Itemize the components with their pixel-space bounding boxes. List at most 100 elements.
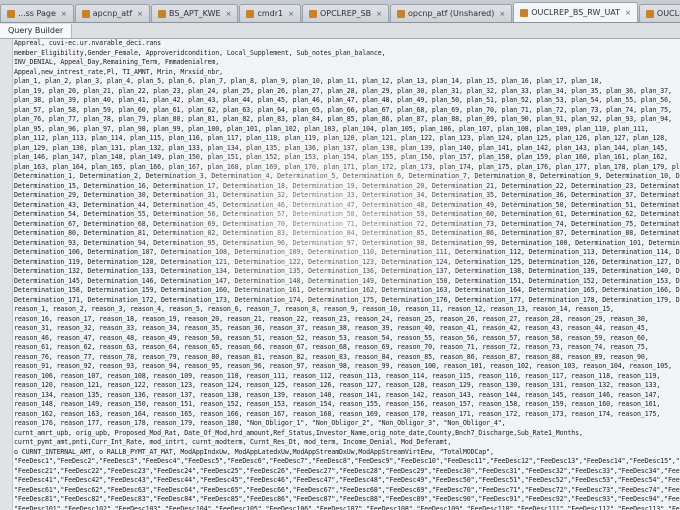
code-line: reason_16, reason_17, reason_18, reason_… <box>14 314 649 323</box>
code-line: reason_162, reason_163, reason_164, reas… <box>14 409 661 418</box>
document-tab[interactable]: BS_APT_KWE × <box>151 4 239 22</box>
code-line: Determination_67, Determination_68, Dete… <box>14 219 680 228</box>
document-tab[interactable]: ...ss Page × <box>0 4 74 22</box>
code-line: plan_38, plan_39, plan_40, plan_41, plan… <box>14 96 672 104</box>
database-connection-icon <box>645 9 654 18</box>
line-number <box>0 410 12 420</box>
code-line: curnt_amrt_upb, orig_upb, Proposed_Mod_R… <box>14 428 583 437</box>
code-line: o CURNT_INTERNAL_AMT, o RALLB_PYMT_AT_MA… <box>14 447 494 456</box>
code-line: plan_146, plan_147, plan_148, plan_149, … <box>14 153 668 161</box>
line-number <box>0 476 12 486</box>
code-line: plan_76, plan_77, plan_78, plan_79, plan… <box>14 115 672 123</box>
code-line: plan_129, plan_130, plan_131, plan_132, … <box>14 143 668 152</box>
close-tab-icon[interactable]: × <box>61 6 67 22</box>
code-line: Determination_1, Determination_2, Determ… <box>14 172 680 180</box>
line-number <box>0 438 12 448</box>
line-number <box>0 267 12 277</box>
document-tab[interactable]: OPCLREP_SB × <box>301 4 390 22</box>
code-line: Determination_54, Determination_55, Dete… <box>14 210 680 218</box>
line-number <box>0 248 12 258</box>
line-number <box>0 58 12 68</box>
code-line: "FeeDesc81","FeeDesc82","FeeDesc83","Fee… <box>14 495 680 503</box>
tab-label: OPCLREP_SB <box>319 8 372 18</box>
sql-worksheet-editor[interactable]: Appreal, cuvi-ec.ur.nvarable_deci.rans me… <box>0 39 680 510</box>
line-number <box>0 182 12 192</box>
code-line: plan_112, plan_113, plan_114, plan_115, … <box>14 134 668 142</box>
line-number <box>0 68 12 78</box>
code-line: Determination_132, Determination_133, De… <box>14 267 680 275</box>
code-line: curnt_pymt_amt,pnti,Curr_Int_Rate, mod_i… <box>14 438 452 446</box>
line-number <box>0 77 12 87</box>
tab-label: cmdr1 <box>257 8 284 18</box>
database-connection-icon <box>7 9 15 18</box>
close-tab-icon[interactable]: × <box>288 6 294 22</box>
sql-editor-window: ...ss Page × apcnp_atf × BS_APT_KWE × cmdr1 × OP… <box>0 0 680 510</box>
tab-label: OUCLREP_BS_RW_UAT (Unshared) <box>656 8 680 18</box>
database-connection-icon <box>246 9 255 18</box>
line-number <box>0 334 12 344</box>
code-line: reason_61, reason_62, reason_63, reason_… <box>14 343 649 351</box>
document-tab-bar: ...ss Page × apcnp_atf × BS_APT_KWE × cmdr1 × OP… <box>0 0 680 23</box>
close-tab-icon[interactable]: × <box>625 5 631 21</box>
line-number <box>0 153 12 163</box>
tab-label: ...ss Page <box>18 8 56 18</box>
line-number <box>0 277 12 287</box>
line-number <box>0 315 12 325</box>
code-line: Appeal,new_intrest_rate,Pl, TI_AMNT, Mri… <box>14 67 223 76</box>
code-line: reason_134, reason_135, reason_136, reas… <box>14 390 661 399</box>
line-number <box>0 448 12 458</box>
code-line: reason_1, reason_2, reason_3, reason_4, … <box>14 305 614 313</box>
line-number <box>0 305 12 315</box>
document-tab[interactable]: cmdr1 × <box>239 4 301 22</box>
code-line: Determination_43, Determination_44, Dete… <box>14 200 680 209</box>
code-line: member_Eligibility,Gender_Female, Approv… <box>14 48 386 57</box>
code-line: Determination_80, Determination_81, Dete… <box>14 229 680 237</box>
code-line: Determination_106, Determination_107, De… <box>14 248 680 256</box>
close-tab-icon[interactable]: × <box>499 6 505 22</box>
tab-label: OUCLREP_BS_RW_UAT <box>531 7 621 17</box>
line-number <box>0 324 12 334</box>
line-number <box>0 429 12 439</box>
code-line: plan_163, plan_164, plan_165, plan_166, … <box>14 162 680 171</box>
code-line: reason_46, reason_47, reason_48, reason_… <box>14 333 649 342</box>
line-number <box>0 220 12 230</box>
code-line: Determination_15, Determination_16, Dete… <box>14 181 680 190</box>
line-number <box>0 258 12 268</box>
line-number <box>0 467 12 477</box>
line-number <box>0 229 12 239</box>
document-tab[interactable]: OUCLREP_BS_RW_UAT (Unshared)× <box>638 4 680 22</box>
tab-label: apcnp_atf <box>92 8 133 18</box>
line-number <box>0 372 12 382</box>
code-line: Determination_158, Determination_159, De… <box>14 286 680 294</box>
subtab-query-builder[interactable]: Query Builder <box>0 23 73 38</box>
code-line: INV_DENIAL, Appeal_Day,Remaining_Term, F… <box>14 58 220 66</box>
document-tab[interactable]: opcnp_atf (Unshared) × <box>390 4 513 22</box>
line-number <box>0 49 12 59</box>
code-line: reason_76, reason_77, reason_78, reason_… <box>14 352 649 361</box>
line-number <box>0 486 12 496</box>
document-tab[interactable]: OUCLREP_BS_RW_UAT × <box>513 2 638 22</box>
close-tab-icon[interactable]: × <box>137 6 143 22</box>
line-number <box>0 106 12 116</box>
code-line: reason_148, reason_149, reason_150, reas… <box>14 400 661 408</box>
line-number <box>0 163 12 173</box>
code-line: plan_57, plan_58, plan_59, plan_60, plan… <box>14 105 672 114</box>
code-line: plan_19, plan_20, plan_21, plan_22, plan… <box>14 86 672 95</box>
code-line: plan_1, plan_2, plan_3, plan_4, plan_5, … <box>14 77 603 85</box>
sql-code-area[interactable]: Appreal, cuvi-ec.ur.nvarable_deci.rans me… <box>14 39 680 510</box>
line-number <box>0 210 12 220</box>
line-number <box>0 296 12 306</box>
line-number <box>0 391 12 401</box>
line-number <box>0 115 12 125</box>
database-connection-icon <box>81 9 90 18</box>
close-tab-icon[interactable]: × <box>226 6 232 22</box>
line-number <box>0 87 12 97</box>
line-number <box>0 144 12 154</box>
document-tab[interactable]: apcnp_atf × <box>74 4 151 22</box>
line-number <box>0 343 12 353</box>
code-line: plan_95, plan_96, plan_97, plan_98, plan… <box>14 124 649 133</box>
close-tab-icon[interactable]: × <box>376 6 382 22</box>
line-number <box>0 362 12 372</box>
code-line: "FeeDesc1","FeeDesc2","FeeDesc3","FeeDes… <box>14 457 680 465</box>
code-line: Determination_93, Determination_94, Dete… <box>14 238 680 247</box>
